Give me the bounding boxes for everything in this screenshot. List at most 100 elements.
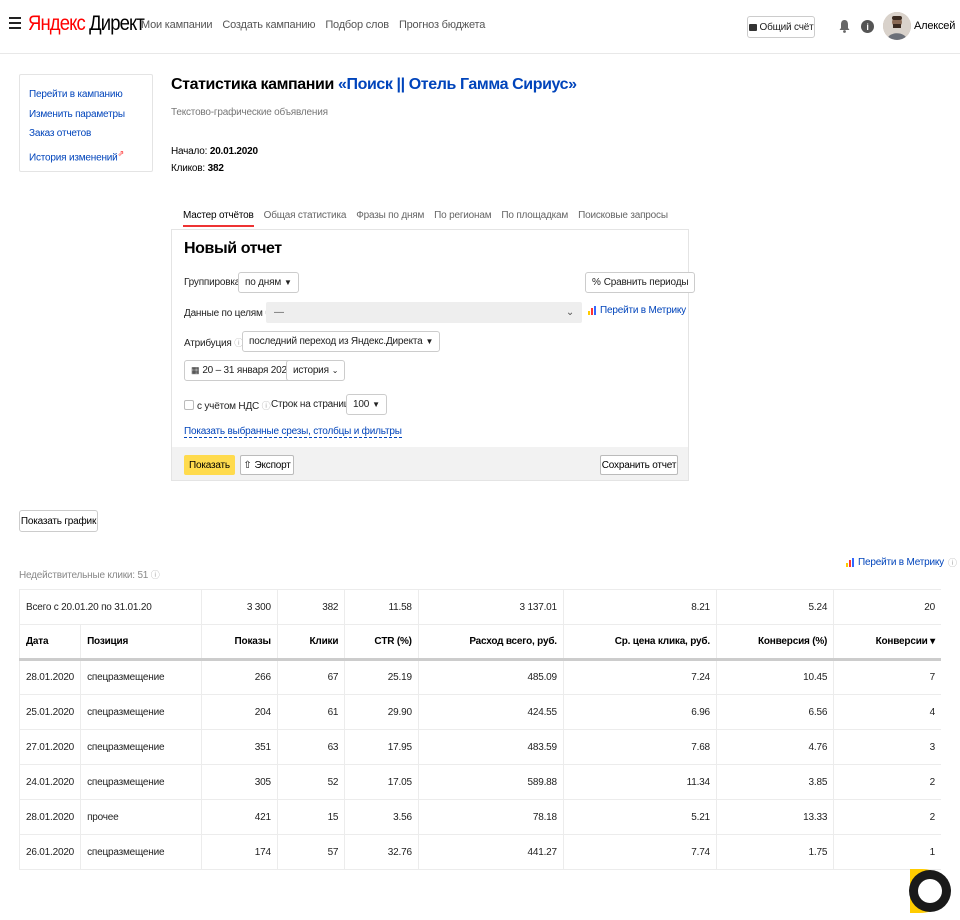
cell-cost: 441.27 <box>418 834 564 870</box>
cell-conversions: 3 <box>929 741 936 753</box>
col-impressions[interactable]: Показы <box>201 624 278 660</box>
sidebar-link-order-reports[interactable]: Заказ отчетов <box>29 124 152 144</box>
cell-impressions: 204 <box>201 694 278 730</box>
col-position[interactable]: Позиция <box>80 624 203 660</box>
cell-conversions: 4 <box>929 706 936 718</box>
col-avg-cpc[interactable]: Ср. цена клика, руб. <box>563 624 717 660</box>
metrika-icon <box>588 306 596 315</box>
metrika-link[interactable]: Перейти в Метрику <box>588 305 686 316</box>
bell-icon[interactable] <box>838 19 851 33</box>
grouping-select[interactable]: по дням ▼ <box>238 272 299 293</box>
top-header: Яндекс Директ Мои кампании Создать кампа… <box>0 0 960 54</box>
total-conversion-rate: 5.24 <box>716 589 835 625</box>
history-select[interactable]: история ⌄ <box>286 360 346 381</box>
cell-impressions: 305 <box>201 764 278 800</box>
tab-report-wizard[interactable]: Мастер отчётов <box>183 210 254 227</box>
metrika-link-top[interactable]: Перейти в Метрику ⓘ <box>846 556 957 569</box>
nav-keyword-planner[interactable]: Подбор слов <box>325 19 389 31</box>
cell-cost: 589.88 <box>418 764 564 800</box>
page-title-prefix: Статистика кампании <box>171 76 334 93</box>
date-range-picker[interactable]: ▦ 20 – 31 января 2020 <box>184 360 300 381</box>
cell-ctr: 32.76 <box>344 834 419 870</box>
sidebar-link-edit-params[interactable]: Изменить параметры <box>29 105 152 125</box>
username[interactable]: Алексей <box>914 20 955 32</box>
tab-by-region[interactable]: По регионам <box>434 210 491 221</box>
cell-date: 24.01.2020 <box>18 764 82 800</box>
compare-periods-button[interactable]: % Сравнить периоды <box>585 272 696 293</box>
shared-account-button[interactable]: Общий счёт <box>747 16 815 38</box>
report-panel: Новый отчет Группировка по дням ▼ % Сравни… <box>171 229 696 481</box>
cell-conversions: 2 <box>929 811 936 823</box>
report-panel-footer: Показать ⇧ Экспорт Сохранить отчет <box>172 447 688 480</box>
attribution-select[interactable]: последний переход из Яндекс.Директа ▼ <box>242 331 441 352</box>
nav-my-campaigns[interactable]: Мои кампании <box>141 19 213 31</box>
cell-conversion-rate: 3.85 <box>716 764 835 800</box>
help-icon[interactable]: ⓘ <box>151 570 160 580</box>
goals-select[interactable]: — ⌄ <box>266 302 582 323</box>
col-cost[interactable]: Расход всего, руб. <box>418 624 564 660</box>
save-report-button[interactable]: Сохранить отчет <box>600 455 678 475</box>
cell-conversion-rate: 4.76 <box>716 729 835 765</box>
export-button[interactable]: ⇧ Экспорт <box>240 455 294 475</box>
campaign-meta: Начало: 20.01.2020 Кликов: 382 <box>171 143 258 177</box>
tab-by-placement[interactable]: По площадкам <box>501 210 568 221</box>
cell-avg-cpc: 7.74 <box>563 834 717 870</box>
logo-yandex: Яндекс <box>28 12 86 35</box>
tab-general-stats[interactable]: Общая статистика <box>264 210 347 221</box>
chevron-down-icon: ⌄ <box>331 366 339 375</box>
campaign-name-link[interactable]: «Поиск || Отель Гамма Сириус» <box>338 76 577 93</box>
col-conversion-rate[interactable]: Конверсия (%) <box>716 624 835 660</box>
show-report-button[interactable]: Показать <box>184 455 235 475</box>
start-value: 20.01.2020 <box>209 146 258 157</box>
cell-avg-cpc: 5.21 <box>563 799 717 835</box>
total-avg-cpc: 8.21 <box>563 589 717 625</box>
total-cost: 3 137.01 <box>418 589 564 625</box>
nav-create-campaign[interactable]: Создать кампанию <box>222 19 315 31</box>
cell-conversion-rate: 1.75 <box>716 834 835 870</box>
cell-ctr: 25.19 <box>344 659 419 695</box>
rows-per-page-select[interactable]: 100 ▼ <box>346 394 387 415</box>
campaign-sidebar: Перейти в кампанию Изменить параметры За… <box>19 74 153 172</box>
info-icon[interactable]: i <box>861 20 874 33</box>
sidebar-link-go-to-campaign[interactable]: Перейти в кампанию <box>29 85 152 105</box>
cell-date: 26.01.2020 <box>18 834 82 870</box>
cell-position: спецразмещение <box>80 694 203 730</box>
tab-search-queries[interactable]: Поисковые запросы <box>578 210 668 221</box>
show-graph-button[interactable]: Показать график <box>19 510 98 532</box>
cell-avg-cpc: 6.96 <box>563 694 717 730</box>
history-value: история <box>293 365 329 376</box>
chevron-down-icon: ⌄ <box>565 307 574 318</box>
compare-periods-label: Сравнить периоды <box>603 277 689 288</box>
show-filters-link[interactable]: Показать выбранные срезы, столбцы и филь… <box>184 426 402 438</box>
menu-icon[interactable] <box>9 17 21 29</box>
metrika-icon <box>846 558 854 567</box>
cell-clicks: 52 <box>277 764 346 800</box>
vat-checkbox[interactable] <box>184 400 194 410</box>
report-tabs: Мастер отчётов Общая статистика Фразы по… <box>183 210 668 227</box>
cell-conversion-rate: 13.33 <box>716 799 835 835</box>
sidebar-link-change-history[interactable]: История изменений⇗ <box>29 144 152 168</box>
help-icon[interactable]: ⓘ <box>262 401 271 411</box>
clicks-label: Кликов: <box>171 163 205 174</box>
total-clicks: 382 <box>277 589 346 625</box>
col-date[interactable]: Дата <box>18 624 82 660</box>
cell-cost: 485.09 <box>418 659 564 695</box>
vat-label-text: с учётом НДС <box>197 401 260 412</box>
cell-position: спецразмещение <box>80 729 203 765</box>
logo[interactable]: Яндекс Директ <box>28 12 145 36</box>
col-clicks[interactable]: Клики <box>277 624 346 660</box>
avatar[interactable] <box>883 12 911 40</box>
goals-label-text: Данные по целям <box>184 308 263 319</box>
attribution-label: Атрибуция ⓘ <box>184 336 243 349</box>
help-icon[interactable]: ⓘ <box>948 556 957 569</box>
col-conversions[interactable]: Конверсии ▾ <box>834 625 941 660</box>
col-ctr[interactable]: CTR (%) <box>344 624 419 660</box>
table-body: 28.01.2020 спецразмещение 266 67 25.19 485.09… <box>18 659 941 870</box>
tab-phrases-by-day[interactable]: Фразы по дням <box>356 210 424 221</box>
nav-budget-forecast[interactable]: Прогноз бюджета <box>399 19 485 31</box>
totals-row: Всего с 20.01.20 по 31.01.20 3 300 382 1… <box>18 589 941 625</box>
table-row: 25.01.2020 спецразмещение 204 61 29.90 424.55… <box>18 694 941 730</box>
cell-cost: 78.18 <box>418 799 564 835</box>
table-header: Дата Позиция Показы Клики CTR (%) Расход… <box>18 624 941 660</box>
totals-label: Всего с 20.01.20 по 31.01.20 <box>18 589 203 625</box>
